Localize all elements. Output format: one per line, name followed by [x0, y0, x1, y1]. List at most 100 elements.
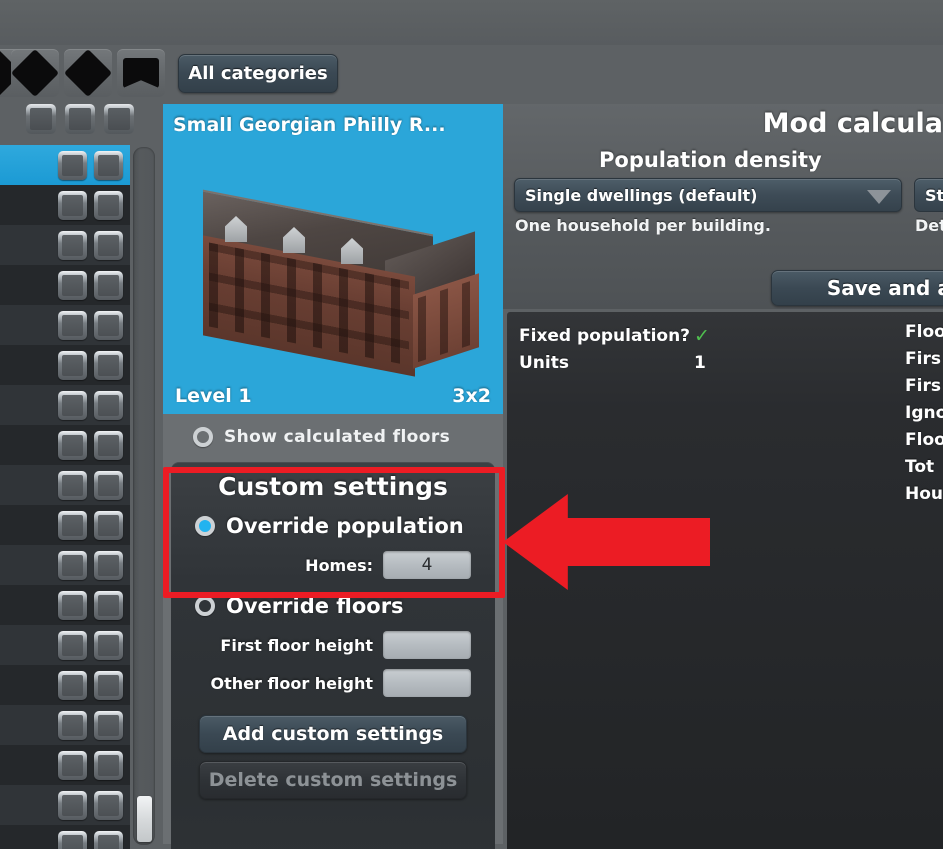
radio-icon-override-population[interactable] — [195, 516, 215, 536]
shield-icon-button[interactable] — [117, 49, 165, 97]
row-action-b[interactable] — [94, 270, 123, 300]
diamond-icon-button-2[interactable] — [63, 48, 113, 98]
row-action-a[interactable] — [58, 150, 87, 180]
row-action-b[interactable] — [94, 310, 123, 340]
other-floor-height-input[interactable] — [383, 669, 471, 697]
row-action-icon — [62, 554, 83, 576]
row-action-a[interactable] — [58, 830, 87, 849]
row-action-a[interactable] — [58, 270, 87, 300]
list-item[interactable] — [0, 665, 130, 705]
homes-input[interactable]: 4 — [383, 551, 471, 579]
row-action-a[interactable] — [58, 430, 87, 460]
row-action-icon — [62, 674, 83, 696]
row-action-b[interactable] — [94, 550, 123, 580]
secondary-dropdown[interactable]: Sta — [914, 178, 943, 212]
row-action-a[interactable] — [58, 670, 87, 700]
stat-label-truncated: Tot — [905, 457, 935, 477]
row-action-b[interactable] — [94, 430, 123, 460]
row-action-a[interactable] — [58, 750, 87, 780]
list-item[interactable] — [0, 225, 130, 265]
stat-label: Fixed population? — [519, 325, 691, 346]
override-population-option[interactable]: Override population — [171, 507, 495, 545]
list-item[interactable] — [0, 505, 130, 545]
row-action-a[interactable] — [58, 630, 87, 660]
custom-settings-panel: Custom settings Override population Home… — [171, 462, 495, 849]
first-floor-height-input[interactable] — [383, 631, 471, 659]
row-action-b[interactable] — [94, 830, 123, 849]
list-item[interactable] — [0, 625, 130, 665]
row-action-a[interactable] — [58, 350, 87, 380]
filter-button-3[interactable] — [104, 104, 134, 134]
row-action-a[interactable] — [58, 510, 87, 540]
row-action-a[interactable] — [58, 590, 87, 620]
diamond-icon-button-1[interactable] — [10, 48, 60, 98]
row-action-icon — [98, 754, 119, 776]
first-floor-height-row: First floor height — [171, 627, 495, 663]
list-item[interactable] — [0, 545, 130, 585]
row-action-a[interactable] — [58, 230, 87, 260]
sidebar-scrollbar-track[interactable] — [133, 147, 155, 845]
list-item[interactable] — [0, 185, 130, 225]
stat-value: 1 — [694, 352, 706, 373]
list-item[interactable] — [0, 705, 130, 745]
row-action-b[interactable] — [94, 510, 123, 540]
row-action-b[interactable] — [94, 710, 123, 740]
row-action-icon — [98, 674, 119, 696]
list-item[interactable] — [0, 465, 130, 505]
list-item[interactable] — [0, 265, 130, 305]
list-item[interactable] — [0, 745, 130, 785]
filter-button-1[interactable] — [26, 104, 56, 134]
row-action-b[interactable] — [94, 150, 123, 180]
row-action-b[interactable] — [94, 470, 123, 500]
stat-label-truncated: Floo — [905, 430, 943, 450]
row-action-icon — [98, 474, 119, 496]
all-categories-button[interactable]: All categories — [178, 54, 338, 93]
row-action-icon — [62, 234, 83, 256]
filter-icon — [30, 108, 52, 130]
list-item[interactable] — [0, 585, 130, 625]
save-and-apply-button[interactable]: Save and ap — [771, 270, 943, 306]
row-action-icon — [98, 554, 119, 576]
show-calculated-floors-label: Show calculated floors — [224, 427, 451, 447]
list-item[interactable] — [0, 145, 130, 185]
row-action-b[interactable] — [94, 750, 123, 780]
override-floors-option[interactable]: Override floors — [171, 587, 495, 625]
row-action-b[interactable] — [94, 190, 123, 220]
list-item[interactable] — [0, 785, 130, 825]
secondary-dropdown-description: Det — [915, 216, 943, 235]
list-item[interactable] — [0, 345, 130, 385]
row-action-b[interactable] — [94, 350, 123, 380]
population-density-dropdown[interactable]: Single dwellings (default) — [514, 178, 902, 212]
row-action-b[interactable] — [94, 630, 123, 660]
stat-label-truncated: Firs — [905, 376, 941, 396]
row-action-icon — [98, 274, 119, 296]
row-action-a[interactable] — [58, 710, 87, 740]
add-custom-settings-button[interactable]: Add custom settings — [199, 715, 467, 753]
filter-icon — [108, 108, 130, 130]
list-item[interactable] — [0, 425, 130, 465]
row-action-a[interactable] — [58, 470, 87, 500]
annotation-arrow-icon — [503, 494, 710, 590]
row-action-b[interactable] — [94, 790, 123, 820]
list-item[interactable] — [0, 385, 130, 425]
row-action-a[interactable] — [58, 550, 87, 580]
radio-icon-show-calculated-floors[interactable] — [193, 427, 213, 447]
list-item[interactable] — [0, 825, 130, 849]
building-list[interactable] — [0, 145, 130, 849]
list-item[interactable] — [0, 305, 130, 345]
row-action-b[interactable] — [94, 390, 123, 420]
row-action-a[interactable] — [58, 190, 87, 220]
row-action-a[interactable] — [58, 310, 87, 340]
row-action-b[interactable] — [94, 230, 123, 260]
delete-custom-settings-button[interactable]: Delete custom settings — [199, 761, 467, 799]
row-action-b[interactable] — [94, 590, 123, 620]
filter-button-2[interactable] — [65, 104, 95, 134]
show-calculated-floors-option[interactable]: Show calculated floors — [163, 414, 503, 460]
row-action-a[interactable] — [58, 390, 87, 420]
row-action-a[interactable] — [58, 790, 87, 820]
sidebar-scrollbar-thumb[interactable] — [137, 796, 152, 842]
radio-icon-override-floors[interactable] — [195, 596, 215, 616]
row-action-b[interactable] — [94, 670, 123, 700]
arrow-tail — [565, 518, 710, 566]
building-preview[interactable]: Small Georgian Philly R... Level 1 3x2 — [163, 104, 503, 414]
